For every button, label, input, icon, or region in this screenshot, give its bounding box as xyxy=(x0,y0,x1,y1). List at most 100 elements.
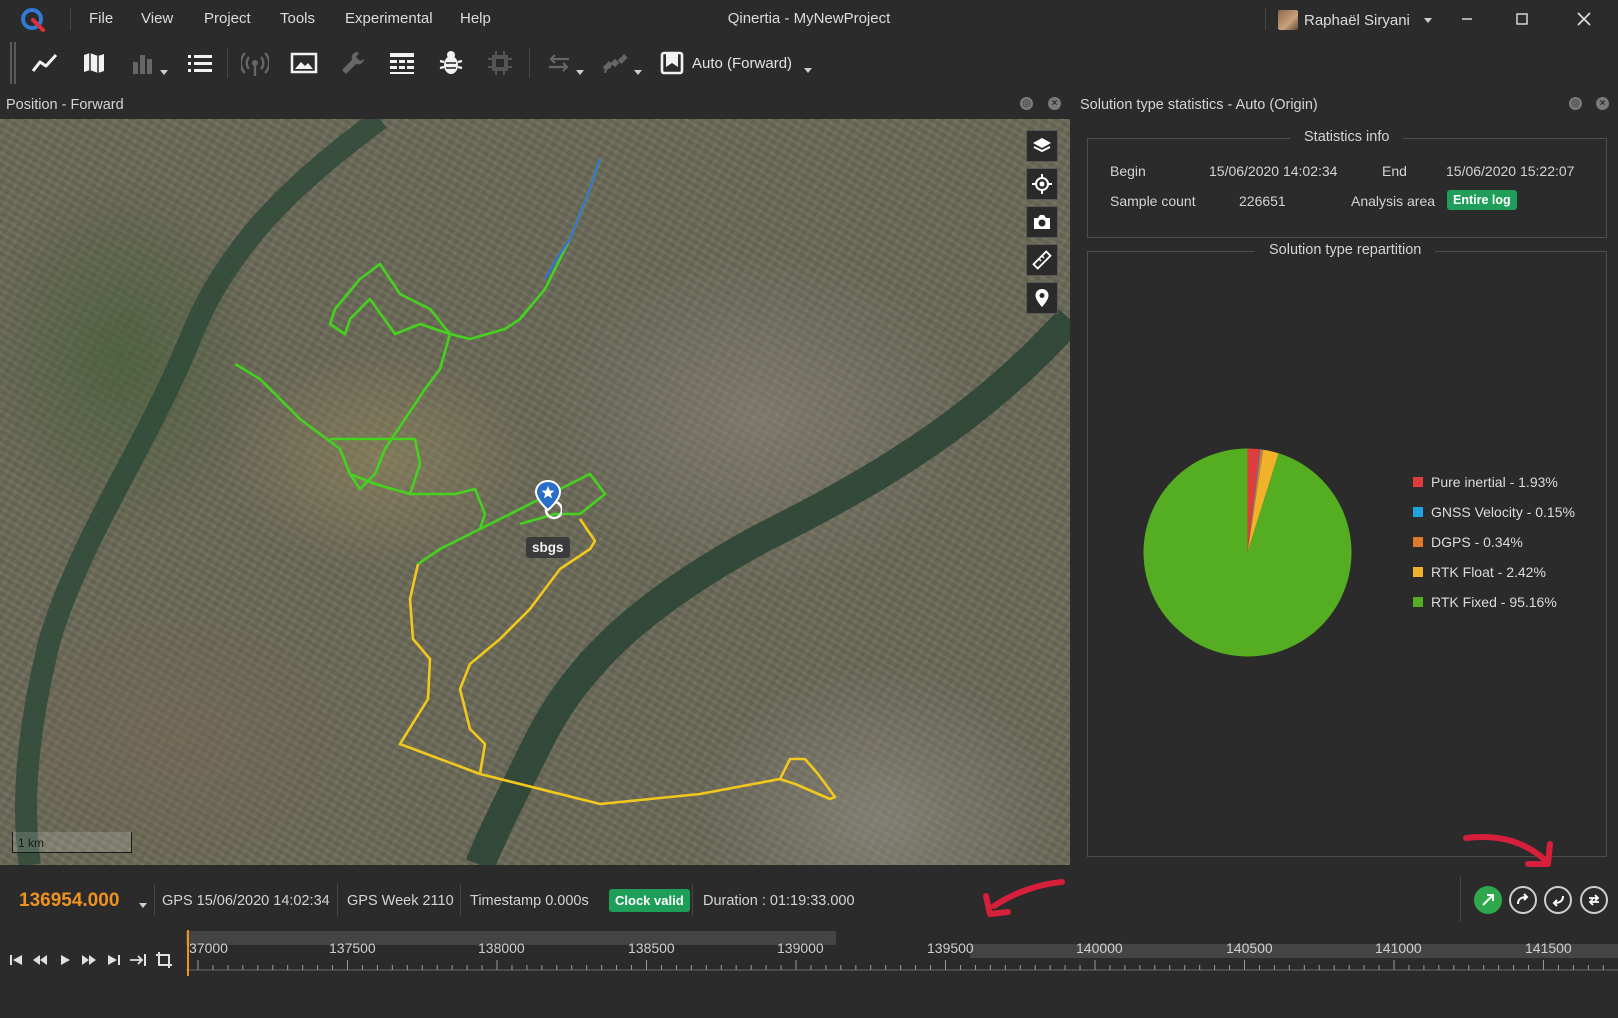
crop-icon[interactable] xyxy=(154,950,174,970)
processing-green-button[interactable] xyxy=(1474,886,1502,914)
backward-process-icon[interactable] xyxy=(1544,886,1572,914)
chevron-down-icon[interactable] xyxy=(160,70,168,75)
pie-slice-4 xyxy=(1143,448,1352,657)
legend-label: DGPS - 0.34% xyxy=(1431,534,1523,550)
end-label: End xyxy=(1382,163,1407,179)
legend-item-gnss-velocity: GNSS Velocity - 0.15% xyxy=(1413,504,1575,520)
statistics-info-box xyxy=(1087,138,1607,238)
camera-icon[interactable] xyxy=(1026,206,1058,238)
analysis-area-label: Analysis area xyxy=(1351,193,1436,209)
chevron-down-icon[interactable] xyxy=(804,68,812,73)
sample-count-value: 226651 xyxy=(1239,193,1286,209)
rewind-icon[interactable] xyxy=(30,950,50,970)
arrows-icon[interactable] xyxy=(542,47,576,79)
tick-label: 138000 xyxy=(478,940,525,956)
menu-tools[interactable]: Tools xyxy=(280,10,315,27)
legend-item-rtk-float: RTK Float - 2.42% xyxy=(1413,564,1546,580)
chevron-down-icon[interactable] xyxy=(139,903,147,908)
chevron-down-icon[interactable] xyxy=(576,70,584,75)
map-panel-header: Position - Forward xyxy=(0,92,1076,118)
tick-label: 140500 xyxy=(1226,940,1273,956)
close-panel-icon[interactable]: × xyxy=(1048,97,1061,110)
legend-label: RTK Float - 2.42% xyxy=(1431,564,1546,580)
location-pin-icon[interactable] xyxy=(534,479,564,520)
merge-process-icon[interactable] xyxy=(1580,886,1608,914)
divider xyxy=(1460,876,1461,922)
menu-project[interactable]: Project xyxy=(204,10,251,27)
skip-end-icon[interactable] xyxy=(104,950,124,970)
close-panel-icon[interactable]: × xyxy=(1596,97,1609,110)
play-icon[interactable] xyxy=(55,950,75,970)
satellite-icon[interactable] xyxy=(598,47,632,79)
tick-label: 138500 xyxy=(628,940,675,956)
tick-label: 139500 xyxy=(927,940,974,956)
bug-icon[interactable] xyxy=(434,47,468,79)
float-panel-icon[interactable]: ◎ xyxy=(1020,97,1033,110)
chevron-down-icon[interactable] xyxy=(634,70,642,75)
gps-time: GPS 15/06/2020 14:02:34 xyxy=(162,893,330,909)
user-menu[interactable]: Raphaël Siryani xyxy=(1278,8,1432,32)
skip-start-icon[interactable] xyxy=(6,950,26,970)
mode-icon[interactable] xyxy=(657,47,687,79)
list-icon[interactable] xyxy=(183,47,217,79)
statistics-info-title: Statistics info xyxy=(1290,129,1404,145)
legend-item-pure-inertial: Pure inertial - 1.93% xyxy=(1413,474,1558,490)
app-logo-icon xyxy=(18,6,48,32)
minimize-button[interactable] xyxy=(1447,6,1487,32)
sample-count-label: Sample count xyxy=(1110,193,1196,209)
annotation-arrow-icon xyxy=(1463,834,1553,867)
legend-label: Pure inertial - 1.93% xyxy=(1431,474,1558,490)
layers-icon[interactable] xyxy=(1026,130,1058,162)
legend-swatch xyxy=(1413,477,1423,487)
tick-label: 37000 xyxy=(189,940,228,956)
stats-panel-title: Solution type statistics - Auto (Origin) xyxy=(1080,97,1318,113)
solution-mode-label[interactable]: Auto (Forward) xyxy=(692,55,792,72)
divider xyxy=(154,884,155,916)
divider xyxy=(692,884,693,916)
divider xyxy=(227,48,228,78)
forward-process-icon[interactable] xyxy=(1509,886,1537,914)
antenna-icon[interactable] xyxy=(238,47,272,79)
pin-label: sbgs xyxy=(526,537,570,558)
legend-swatch xyxy=(1413,537,1423,547)
cpu-icon[interactable] xyxy=(483,47,517,79)
legend-item-rtk-fixed: RTK Fixed - 95.16% xyxy=(1413,594,1557,610)
image-icon[interactable] xyxy=(287,47,321,79)
close-window-button[interactable] xyxy=(1564,6,1604,32)
menu-file[interactable]: File xyxy=(89,10,113,27)
legend-label: RTK Fixed - 95.16% xyxy=(1431,594,1557,610)
menu-view[interactable]: View xyxy=(141,10,173,27)
clock-status-badge: Clock valid xyxy=(609,889,690,912)
float-panel-icon[interactable]: ◎ xyxy=(1569,97,1582,110)
jump-to-icon[interactable] xyxy=(128,950,148,970)
legend-swatch xyxy=(1413,597,1423,607)
menu-experimental[interactable]: Experimental xyxy=(345,10,433,27)
fast-forward-icon[interactable] xyxy=(79,950,99,970)
solution-pie-chart xyxy=(1143,448,1352,657)
begin-value: 15/06/2020 14:02:34 xyxy=(1209,163,1338,179)
line-chart-icon[interactable] xyxy=(28,47,62,79)
wrench-icon[interactable] xyxy=(336,47,370,79)
toolbar-grip[interactable] xyxy=(14,42,16,84)
end-value: 15/06/2020 15:22:07 xyxy=(1446,163,1575,179)
toolbar-grip[interactable] xyxy=(10,42,12,84)
tick-label: 139000 xyxy=(777,940,824,956)
bar-chart-icon[interactable] xyxy=(126,47,160,79)
legend-swatch xyxy=(1413,507,1423,517)
menu-help[interactable]: Help xyxy=(460,10,491,27)
map-scale-label: 1 km xyxy=(18,836,45,850)
ruler-icon[interactable] xyxy=(1026,244,1058,276)
legend-item-dgps: DGPS - 0.34% xyxy=(1413,534,1523,550)
gps-week: GPS Week 2110 xyxy=(347,893,454,909)
map-panel-title: Position - Forward xyxy=(6,97,124,113)
timecode-value[interactable]: 136954.000 xyxy=(19,890,119,912)
pin-icon[interactable] xyxy=(1026,282,1058,314)
duration: Duration : 01:19:33.000 xyxy=(703,893,855,909)
map-icon[interactable] xyxy=(77,47,111,79)
analysis-area-badge[interactable]: Entire log xyxy=(1447,190,1517,210)
divider xyxy=(529,48,530,78)
maximize-button[interactable] xyxy=(1502,6,1542,32)
legend-label: GNSS Velocity - 0.15% xyxy=(1431,504,1575,520)
locate-icon[interactable] xyxy=(1026,168,1058,200)
table-icon[interactable] xyxy=(385,47,419,79)
